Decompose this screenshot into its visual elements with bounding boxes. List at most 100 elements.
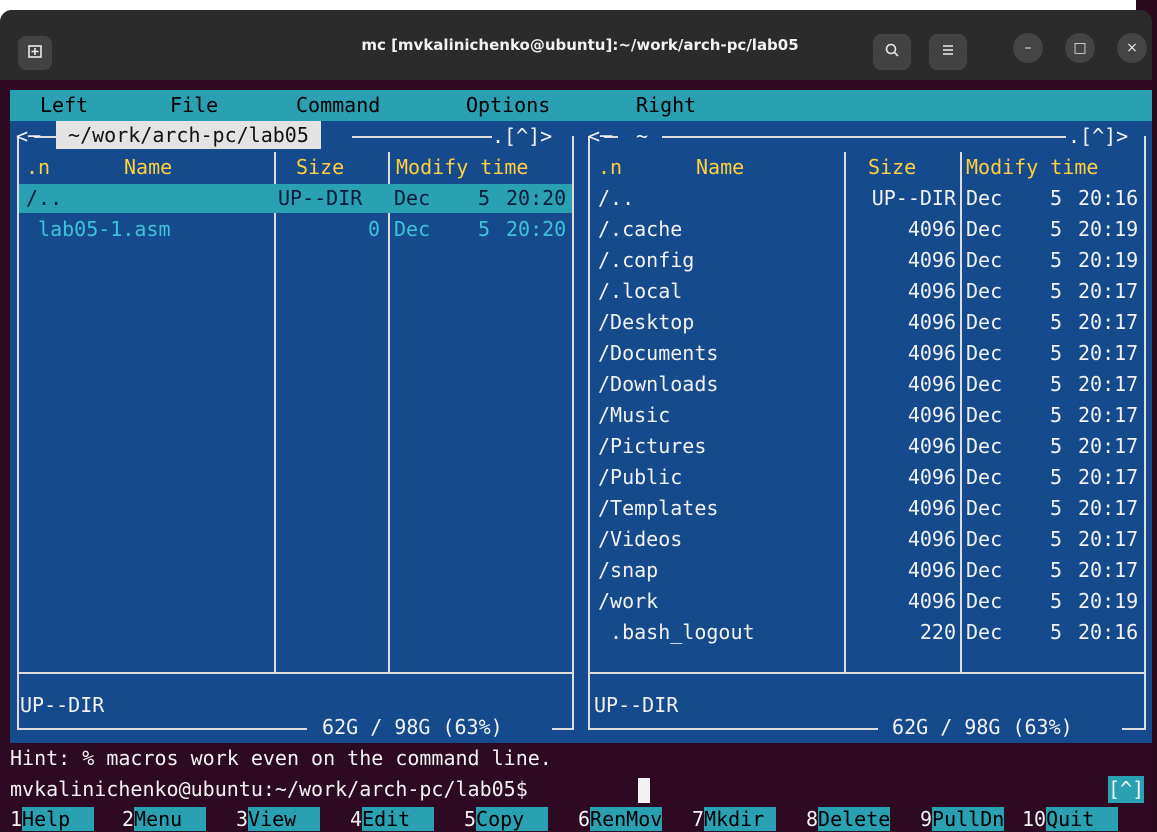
right-row-month: Dec [966,372,1003,396]
right-col-name[interactable]: Name [696,152,744,183]
command-prompt[interactable]: mvkalinichenko@ubuntu:~/work/arch-pc/lab… [10,774,528,805]
right-row-size: 4096 [907,279,956,303]
right-panel-border-right [1144,136,1146,728]
right-row-time: 20:17 [1078,372,1139,396]
menu-right[interactable]: Right [636,90,696,121]
right-row-month: Dec [966,217,1003,241]
function-key-8[interactable]: 8Delete [806,806,891,832]
right-row-name[interactable]: /.config [598,245,694,276]
desktop: mc [mvkalinichenko@ubuntu]:~/work/arch-p… [0,0,1157,832]
left-row-1-time: 20:20 [506,217,567,241]
right-row-name[interactable]: /Desktop [598,307,694,338]
right-row-month: Dec [966,589,1003,613]
search-icon [884,42,900,62]
right-row-month: Dec [966,310,1003,334]
left-panel-border-bottom [17,728,307,730]
command-history-indicator[interactable]: [^] [1108,776,1144,803]
right-row-time: 20:19 [1078,217,1139,241]
right-row-size: 4096 [907,589,956,613]
function-key-bar: 1Help 2Menu 3View 4Edit 5Copy 6RenMov 7Mk… [10,806,1152,832]
function-key-number: 5 [464,807,477,831]
function-key-2[interactable]: 2Menu [122,806,207,832]
right-row-name[interactable]: /.cache [598,214,682,245]
function-key-number: 4 [350,807,363,831]
right-row-size: 4096 [907,403,956,427]
right-panel-nav-left[interactable]: <─ [588,121,612,152]
left-row-0-name[interactable]: /.. [26,183,62,214]
right-panel-path[interactable]: ~ [624,121,660,152]
right-row-month: Dec [966,341,1003,365]
left-col-modify[interactable]: Modify time [396,152,528,183]
left-panel-nav-left[interactable]: <─ [16,121,40,152]
mc-menubar: Left File Command Options Right [10,90,1152,121]
left-row-1-name[interactable]: lab05-1.asm [26,214,170,245]
function-key-number: 7 [692,807,705,831]
left-panel-border-left [17,136,19,728]
right-row-name[interactable]: /Music [598,400,670,431]
right-row-day: 5 [1050,403,1063,427]
left-row-1-month: Dec [394,217,431,241]
left-row-1-size: 0 [368,217,381,241]
left-col-n[interactable]: .n [26,152,50,183]
minimize-button[interactable]: – [1013,33,1043,63]
left-panel-nav-right[interactable]: .[^]> [492,121,552,152]
right-row-time: 20:17 [1078,434,1139,458]
right-row-name[interactable]: /snap [598,555,658,586]
function-key-7[interactable]: 7Mkdir [692,806,777,832]
function-key-10[interactable]: 10Quit [1022,806,1119,832]
function-key-5[interactable]: 5Copy [464,806,549,832]
right-row-name[interactable]: /work [598,586,658,617]
right-row-month: Dec [966,403,1003,427]
function-key-number: 8 [806,807,819,831]
terminal-content[interactable]: Left File Command Options Right <─ ~/wor… [10,90,1152,832]
function-key-label: Quit [1046,807,1119,831]
search-button[interactable] [873,34,911,70]
maximize-button[interactable]: □ [1065,33,1095,63]
menu-command[interactable]: Command [296,90,380,121]
left-col-size[interactable]: Size [296,152,344,183]
left-panel-status: UP--DIR [20,693,105,717]
function-key-6[interactable]: 6RenMov [578,806,663,832]
right-col-size[interactable]: Size [868,152,916,183]
function-key-label: Mkdir [704,807,777,831]
right-panel-nav-right[interactable]: .[^]> [1068,121,1128,152]
right-row-size: 4096 [907,372,956,396]
right-row-name[interactable]: /Documents [598,338,718,369]
right-row-name[interactable]: /Videos [598,524,682,555]
terminal-window: mc [mvkalinichenko@ubuntu]:~/work/arch-p… [0,10,1152,832]
right-row-month: Dec [966,527,1003,551]
function-key-3[interactable]: 3View [236,806,321,832]
function-key-label: RenMov [590,807,663,831]
left-row-0-size: UP--DIR [278,186,363,210]
right-row-day: 5 [1050,310,1063,334]
left-panel-disk-usage: 62G / 98G (63%) [310,715,515,739]
right-panel-border-top-2 [662,136,1066,138]
function-key-9[interactable]: 9PullDn [920,806,1005,832]
left-panel-border-right [572,136,574,728]
menu-options[interactable]: Options [466,90,550,121]
right-row-month: Dec [966,496,1003,520]
menu-file[interactable]: File [170,90,218,121]
left-panel-path[interactable]: ~/work/arch-pc/lab05 [56,121,321,149]
hamburger-menu-button[interactable] [929,34,967,70]
new-tab-button[interactable] [18,36,52,70]
function-key-number: 2 [122,807,135,831]
menu-left[interactable]: Left [40,90,88,121]
right-row-name[interactable]: /Public [598,462,682,493]
right-row-name[interactable]: /.. [598,183,634,214]
right-row-name[interactable]: .bash_logout [598,617,755,648]
right-col-modify[interactable]: Modify time [966,152,1098,183]
right-panel-disk-usage: 62G / 98G (63%) [880,715,1085,739]
function-key-label: View [248,807,321,831]
right-row-name[interactable]: /Templates [598,493,718,524]
function-key-label: Delete [818,807,891,831]
function-key-1[interactable]: 1Help [10,806,95,832]
right-row-name[interactable]: /.local [598,276,682,307]
function-key-4[interactable]: 4Edit [350,806,435,832]
right-row-name[interactable]: /Downloads [598,369,718,400]
close-button[interactable]: × [1117,33,1147,63]
right-row-name[interactable]: /Pictures [598,431,706,462]
right-col-n[interactable]: .n [598,152,622,183]
left-col-name[interactable]: Name [124,152,172,183]
right-col-divider-2 [960,152,962,672]
